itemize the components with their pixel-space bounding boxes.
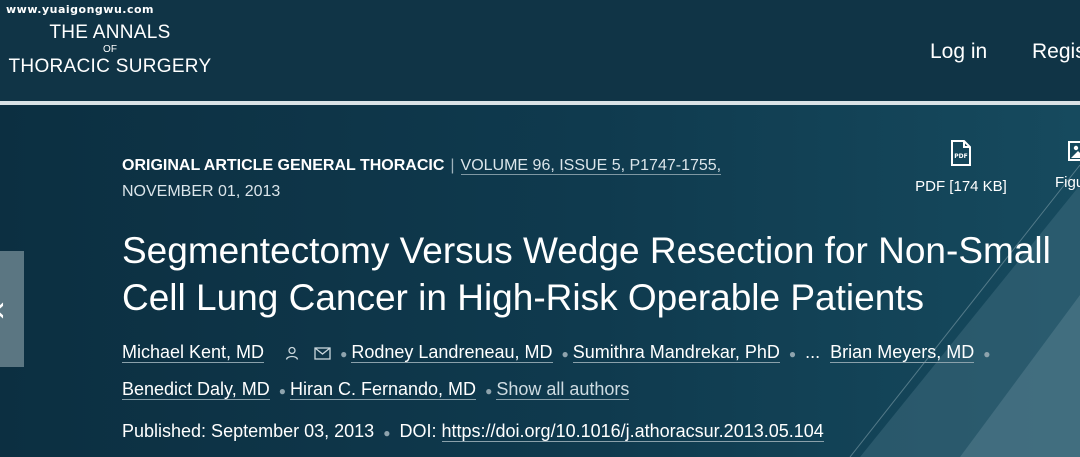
author-separator: ● xyxy=(485,384,493,398)
author-link[interactable]: Michael Kent, MD xyxy=(122,342,265,363)
site-header: www.yuaigongwu.com THE ANNALS OF THORACI… xyxy=(0,0,1080,101)
publication-info: Published: September 03, 2013 ● DOI: htt… xyxy=(122,421,824,442)
author-ellipsis: ... xyxy=(805,342,821,362)
author-link[interactable]: Rodney Landreneau, MD xyxy=(351,342,553,363)
author-link[interactable]: Benedict Daly, MD xyxy=(122,379,270,400)
volume-issue-link[interactable]: VOLUME 96, ISSUE 5, P1747-1755, xyxy=(460,157,722,175)
issue-date: NOVEMBER 01, 2013 xyxy=(122,183,281,200)
logo-line-1: THE ANNALS xyxy=(49,22,171,43)
doi-label: DOI: xyxy=(399,421,437,441)
author-separator: ● xyxy=(561,347,569,361)
pdf-download-button[interactable]: PDF PDF [174 KB] xyxy=(905,140,1017,195)
envelope-icon[interactable] xyxy=(314,347,331,360)
logo-line-2: OF xyxy=(103,44,117,55)
article-meta: ORIGINAL ARTICLE GENERAL THORACIC | VOLUME… xyxy=(122,153,812,205)
register-link[interactable]: Register xyxy=(1032,40,1080,64)
author-separator: ● xyxy=(278,384,286,398)
author-separator: ● xyxy=(340,347,348,361)
figures-button[interactable]: Figures xyxy=(1040,140,1080,191)
author-link[interactable]: Sumithra Mandrekar, PhD xyxy=(572,342,780,363)
person-icon[interactable] xyxy=(285,346,299,361)
author-separator: ● xyxy=(788,347,797,361)
article-header: ‹ ORIGINAL ARTICLE GENERAL THORACIC | VOLU… xyxy=(0,105,1080,457)
logo-line-3: THORACIC SURGERY xyxy=(8,56,212,77)
pdf-icon: PDF xyxy=(951,140,971,166)
author-separator: ● xyxy=(983,347,991,361)
show-all-authors-link[interactable]: Show all authors xyxy=(496,379,630,400)
published-date: Published: September 03, 2013 xyxy=(122,421,375,441)
doi-link[interactable]: https://doi.org/10.1016/j.athoracsur.201… xyxy=(441,421,824,442)
watermark-text: www.yuaigongwu.com xyxy=(6,3,155,16)
author-list: Michael Kent, MD ● Rodney Landreneau, MD … xyxy=(122,335,1052,409)
image-icon xyxy=(1068,141,1080,161)
article-title: Segmentectomy Versus Wedge Resection for… xyxy=(122,230,1051,318)
figures-label: Figures xyxy=(1054,174,1080,191)
chevron-left-icon: ‹ xyxy=(0,289,6,330)
meta-separator: | xyxy=(450,157,455,174)
previous-article-tab[interactable]: ‹ xyxy=(0,251,24,367)
svg-text:PDF: PDF xyxy=(954,153,967,160)
info-separator: ● xyxy=(383,426,391,440)
author-link[interactable]: Hiran C. Fernando, MD xyxy=(289,379,477,400)
pdf-label: PDF [174 KB] xyxy=(915,178,1007,195)
author-link[interactable]: Brian Meyers, MD xyxy=(830,342,975,363)
login-link[interactable]: Log in xyxy=(930,40,987,64)
journal-logo[interactable]: THE ANNALS OF THORACIC SURGERY xyxy=(0,22,220,78)
article-category: ORIGINAL ARTICLE GENERAL THORACIC xyxy=(122,157,445,174)
